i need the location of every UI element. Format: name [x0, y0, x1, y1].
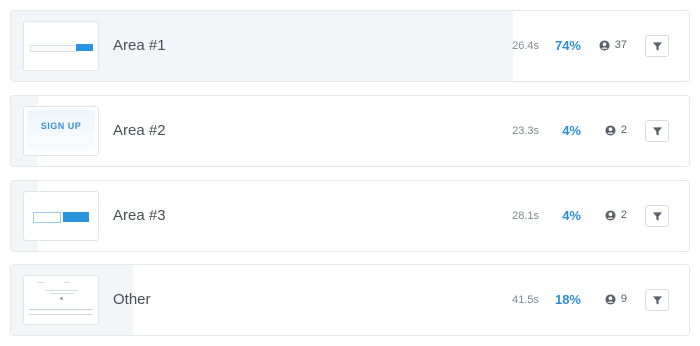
- thumbnail-line: [50, 293, 74, 294]
- area-thumbnail: [23, 275, 99, 325]
- area-time: 23.3s: [512, 125, 539, 137]
- area-name: Other: [113, 291, 151, 308]
- users-count: 9: [620, 293, 627, 305]
- thumbnail-line: [29, 314, 93, 315]
- filter-button[interactable]: [645, 35, 669, 57]
- area-list: Area #1 26.4s 74% 37 SIGN UP Area #2 23.…: [0, 0, 700, 346]
- thumbnail-line: [64, 282, 70, 283]
- area-thumbnail: SIGN UP: [23, 106, 99, 156]
- area-percent: 74%: [554, 38, 581, 53]
- filter-icon: [652, 41, 662, 51]
- area-name: Area #1: [113, 37, 166, 54]
- thumbnail-input: [30, 45, 78, 52]
- users-count: 37: [614, 39, 627, 51]
- filter-button[interactable]: [645, 289, 669, 311]
- area-row[interactable]: Area #3 28.1s 4% 2: [10, 180, 690, 252]
- area-users: 37: [599, 39, 627, 51]
- filter-button[interactable]: [645, 120, 669, 142]
- area-time: 28.1s: [512, 210, 539, 222]
- area-time: 41.5s: [512, 294, 539, 306]
- area-users: 9: [605, 293, 627, 305]
- users-count: 2: [620, 124, 627, 136]
- area-thumbnail: [23, 21, 99, 71]
- area-name: Area #3: [113, 207, 166, 224]
- thumbnail-outline-button: [33, 212, 61, 223]
- thumbnail-line: [38, 282, 44, 283]
- user-circle-icon: [605, 293, 616, 305]
- user-circle-icon: [599, 39, 610, 51]
- thumbnail-button: [76, 44, 93, 51]
- thumbnail-banner: [27, 110, 95, 152]
- user-circle-icon: [605, 124, 616, 136]
- area-users: 2: [605, 209, 627, 221]
- thumbnail-signup-text: SIGN UP: [40, 121, 82, 131]
- thumbnail-dot: [60, 297, 63, 300]
- area-percent: 18%: [554, 292, 581, 307]
- filter-button[interactable]: [645, 205, 669, 227]
- user-circle-icon: [605, 209, 616, 221]
- filter-icon: [652, 295, 662, 305]
- area-thumbnail: [23, 191, 99, 241]
- area-percent: 4%: [562, 208, 581, 223]
- area-name: Area #2: [113, 122, 166, 139]
- thumbnail-line: [46, 290, 78, 291]
- area-row[interactable]: SIGN UP Area #2 23.3s 4% 2: [10, 95, 690, 167]
- thumbnail-button: [63, 212, 89, 222]
- area-row[interactable]: Other 41.5s 18% 9: [10, 264, 690, 336]
- area-time: 26.4s: [512, 40, 539, 52]
- area-row[interactable]: Area #1 26.4s 74% 37: [10, 10, 690, 82]
- area-users: 2: [605, 124, 627, 136]
- users-count: 2: [620, 209, 627, 221]
- thumbnail-line: [29, 309, 93, 310]
- filter-icon: [652, 126, 662, 136]
- area-percent: 4%: [562, 123, 581, 138]
- filter-icon: [652, 211, 662, 221]
